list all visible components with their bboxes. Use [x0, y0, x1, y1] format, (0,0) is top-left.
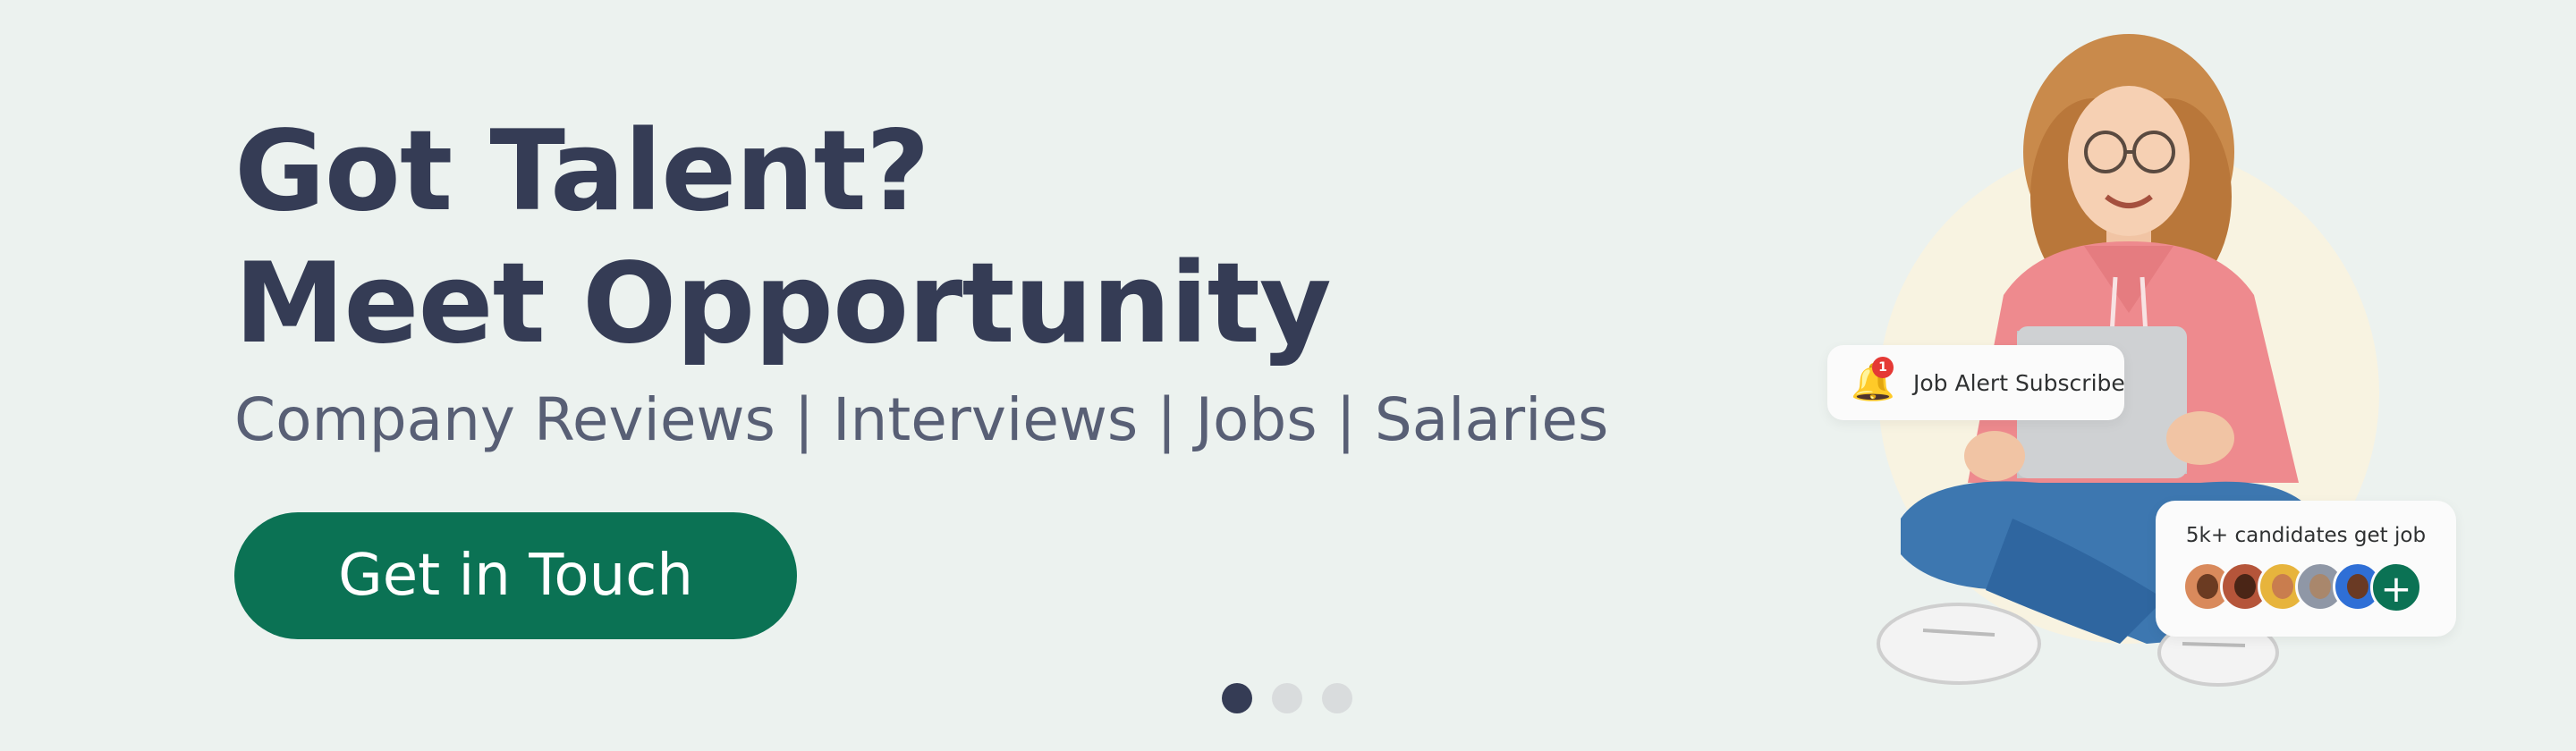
carousel-dot-3[interactable] — [1322, 683, 1352, 713]
carousel-dot-2[interactable] — [1272, 683, 1302, 713]
get-in-touch-button[interactable]: Get in Touch — [234, 512, 797, 639]
job-alert-label: Job Alert Subscribe — [1913, 369, 2125, 396]
carousel-dots — [1222, 683, 1352, 713]
headline-line-2: Meet Opportunity — [234, 240, 1332, 368]
bell-icon: 🔔 1 — [1851, 357, 1895, 403]
notification-badge: 1 — [1872, 357, 1894, 378]
carousel-dot-1[interactable] — [1222, 683, 1252, 713]
more-candidates-button[interactable]: + — [2370, 561, 2422, 613]
candidates-label: 5k+ candidates get job — [2185, 524, 2427, 547]
candidates-card: 5k+ candidates get job + — [2156, 501, 2456, 637]
headline: Got Talent? Meet Opportunity — [234, 105, 1332, 370]
subtitle: Company Reviews | Interviews | Jobs | Sa… — [234, 385, 1609, 454]
candidate-avatars: + — [2182, 561, 2422, 613]
hero-banner: Got Talent? Meet Opportunity Company Rev… — [0, 0, 2576, 751]
headline-line-1: Got Talent? — [234, 107, 930, 236]
job-alert-subscribe-card[interactable]: 🔔 1 Job Alert Subscribe — [1827, 345, 2125, 420]
